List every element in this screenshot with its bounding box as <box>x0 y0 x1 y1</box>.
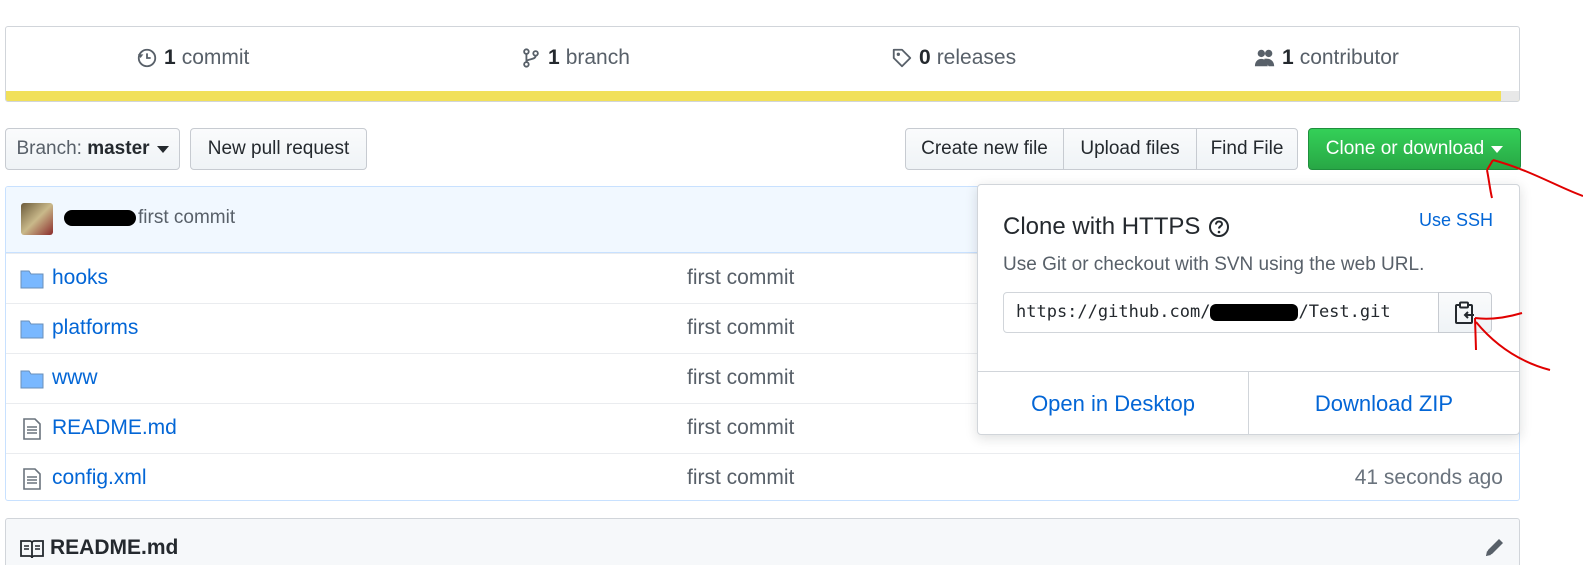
caret-down-icon <box>1491 145 1504 153</box>
commits-label: commit <box>181 46 250 69</box>
releases-label: releases <box>936 46 1017 69</box>
history-icon <box>137 48 157 68</box>
clone-or-download-label: Clone or download <box>1325 138 1485 159</box>
clone-description: Use Git or checkout with SVN using the w… <box>1003 254 1425 275</box>
language-bar-end <box>1501 91 1519 101</box>
file-name[interactable]: hooks <box>52 266 108 290</box>
file-row[interactable]: config.xml first commit 41 seconds ago <box>6 453 1519 500</box>
repo-summary-bar: 1 commit 1 branch 0 releases 1 contribut… <box>5 26 1520 102</box>
commits-stat[interactable]: 1 commit <box>136 46 249 70</box>
file-name[interactable]: platforms <box>52 316 138 340</box>
file-name[interactable]: www <box>52 366 98 390</box>
branch-icon <box>523 48 539 68</box>
redacted-username <box>64 210 136 226</box>
commits-count: 1 <box>164 46 176 69</box>
clone-popover: Clone with HTTPS Use SSH Use Git or chec… <box>977 184 1520 435</box>
clone-title: Clone with HTTPS <box>1003 213 1201 240</box>
readme-title: README.md <box>50 536 179 559</box>
find-file-button[interactable]: Find File <box>1196 128 1298 170</box>
folder-icon <box>20 270 44 289</box>
file-actions-group: Create new file Upload files Find File <box>905 128 1298 170</box>
book-icon <box>20 540 44 559</box>
tag-icon <box>892 48 912 68</box>
contributors-label: contributor <box>1299 46 1399 69</box>
popover-title: Clone with HTTPS <box>1003 213 1230 241</box>
copy-url-button[interactable] <box>1438 292 1492 333</box>
file-icon <box>23 468 41 490</box>
open-in-desktop-button[interactable]: Open in Desktop <box>978 372 1249 435</box>
download-zip-button[interactable]: Download ZIP <box>1249 372 1519 435</box>
folder-icon <box>20 320 44 339</box>
branches-count: 1 <box>548 46 560 69</box>
language-bar <box>6 91 1519 101</box>
url-suffix: /Test.git <box>1298 302 1391 322</box>
clone-url-input[interactable]: https://github.com/ /Test.git <box>1003 292 1439 333</box>
file-commit-message[interactable]: first commit <box>687 466 794 490</box>
clone-or-download-button[interactable]: Clone or download <box>1308 128 1521 170</box>
branches-stat[interactable]: 1 branch <box>520 46 630 70</box>
latest-commit-message[interactable]: first commit <box>138 207 235 229</box>
redacted-username <box>1210 303 1299 321</box>
file-name[interactable]: config.xml <box>52 466 147 490</box>
new-pull-request-button[interactable]: New pull request <box>190 128 367 170</box>
upload-files-button[interactable]: Upload files <box>1063 128 1197 170</box>
people-icon <box>1254 49 1275 67</box>
file-commit-message[interactable]: first commit <box>687 416 794 440</box>
caret-down-icon <box>156 145 169 153</box>
branch-prefix: Branch: <box>16 138 82 159</box>
summary-stats: 1 commit 1 branch 0 releases 1 contribut… <box>6 27 1519 91</box>
file-name[interactable]: README.md <box>52 416 177 440</box>
releases-stat[interactable]: 0 releases <box>891 46 1016 70</box>
file-icon <box>23 418 41 440</box>
use-ssh-link[interactable]: Use SSH <box>1419 210 1493 231</box>
url-prefix: https://github.com/ <box>1016 302 1211 322</box>
file-commit-message[interactable]: first commit <box>687 266 794 290</box>
file-age: 41 seconds ago <box>1354 466 1503 489</box>
file-commit-message[interactable]: first commit <box>687 316 794 340</box>
branches-label: branch <box>565 46 630 69</box>
readme-header: README.md <box>5 518 1520 565</box>
releases-count: 0 <box>919 46 931 69</box>
branch-name: master <box>87 138 150 159</box>
create-new-file-button[interactable]: Create new file <box>905 128 1064 170</box>
contributors-stat[interactable]: 1 contributor <box>1254 46 1399 70</box>
clipboard-icon <box>1455 301 1474 324</box>
contributors-count: 1 <box>1282 46 1294 69</box>
pencil-icon[interactable] <box>1483 536 1505 560</box>
file-commit-message[interactable]: first commit <box>687 366 794 390</box>
clone-popover-footer: Open in Desktop Download ZIP <box>978 371 1519 435</box>
avatar[interactable] <box>21 203 53 235</box>
folder-icon <box>20 370 44 389</box>
branch-select-button[interactable]: Branch: master <box>5 128 180 170</box>
help-icon[interactable] <box>1208 216 1230 238</box>
